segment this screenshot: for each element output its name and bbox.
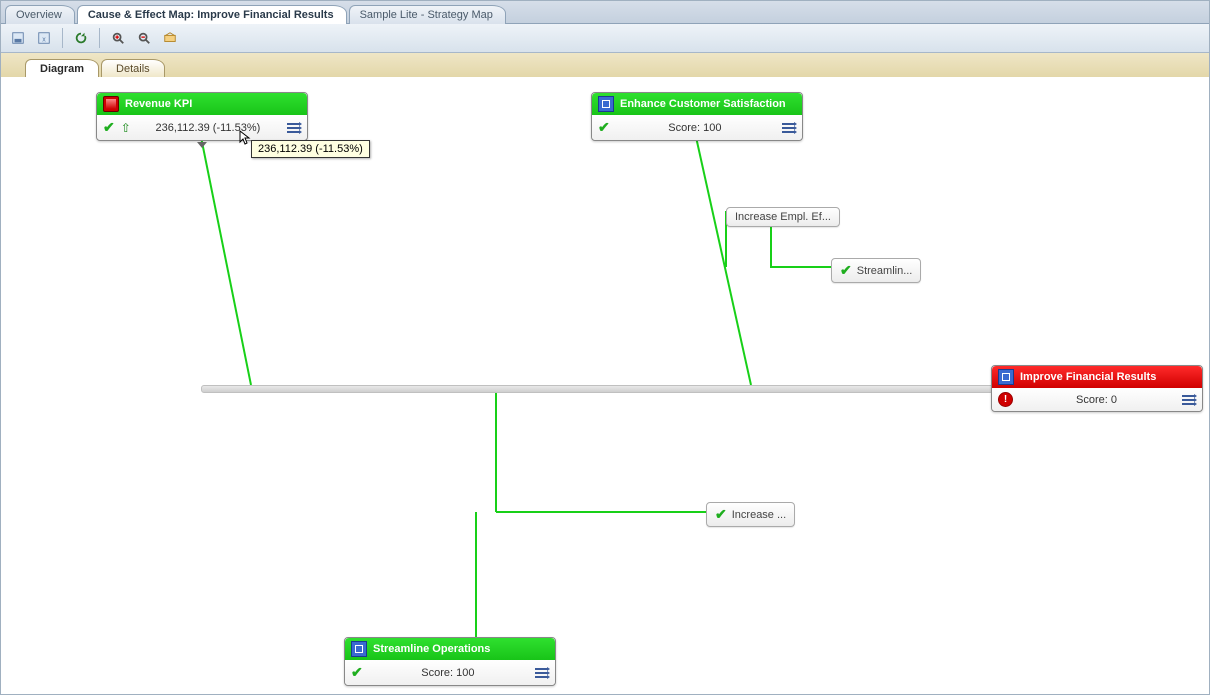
toolbar-fit-icon[interactable] xyxy=(159,27,181,49)
toolbar-save-icon[interactable] xyxy=(7,27,29,49)
mini-label: Streamlin... xyxy=(857,265,913,277)
diagram-canvas[interactable]: Revenue KPI ✔ ⇧ 236,112.39 (-11.53%) 236… xyxy=(1,77,1209,694)
node-increase-employee-efficiency[interactable]: Increase Empl. Ef... xyxy=(726,207,840,227)
toolbar-zoom-out-icon[interactable] xyxy=(133,27,155,49)
expand-chevron-icon[interactable] xyxy=(197,142,207,148)
check-icon: ✔ xyxy=(598,119,610,136)
check-icon: ✔ xyxy=(351,664,363,681)
trend-up-icon: ⇧ xyxy=(121,121,131,135)
node-revenue-kpi[interactable]: Revenue KPI ✔ ⇧ 236,112.39 (-11.53%) xyxy=(96,92,308,141)
node-title: Streamline Operations xyxy=(373,643,490,655)
tab-overview[interactable]: Overview xyxy=(5,5,75,24)
toolbar-separator xyxy=(99,28,100,48)
node-title: Enhance Customer Satisfaction xyxy=(620,98,786,110)
mini-label: Increase Empl. Ef... xyxy=(735,211,831,223)
node-value: 236,112.39 (-11.53%) xyxy=(137,122,279,134)
node-title: Improve Financial Results xyxy=(1020,371,1156,383)
toolbar-zoom-in-icon[interactable] xyxy=(107,27,129,49)
node-enhance-customer-satisfaction[interactable]: Enhance Customer Satisfaction ✔ Score: 1… xyxy=(591,92,803,141)
toolbar: x xyxy=(1,24,1209,53)
tab-sample-strategy-map[interactable]: Sample Lite - Strategy Map xyxy=(349,5,506,24)
node-title: Revenue KPI xyxy=(125,98,192,110)
top-tab-bar: Overview Cause & Effect Map: Improve Fin… xyxy=(1,1,1209,24)
check-icon: ✔ xyxy=(103,119,115,136)
subtab-details[interactable]: Details xyxy=(101,59,165,78)
objective-icon xyxy=(351,641,367,657)
node-score: Score: 100 xyxy=(616,122,774,134)
node-streamline-collapsed[interactable]: ✔ Streamlin... xyxy=(831,258,921,283)
value-tooltip: 236,112.39 (-11.53%) xyxy=(251,140,370,158)
toolbar-export-icon[interactable]: x xyxy=(33,27,55,49)
tab-cause-effect-map[interactable]: Cause & Effect Map: Improve Financial Re… xyxy=(77,5,347,24)
toolbar-refresh-icon[interactable] xyxy=(70,27,92,49)
error-icon: ! xyxy=(998,392,1013,407)
toolbar-separator xyxy=(62,28,63,48)
kpi-icon xyxy=(103,96,119,112)
node-score: Score: 100 xyxy=(369,667,527,679)
node-increase-collapsed[interactable]: ✔ Increase ... xyxy=(706,502,795,527)
node-improve-financial-results[interactable]: Improve Financial Results ! Score: 0 xyxy=(991,365,1203,412)
node-menu-icon[interactable] xyxy=(1180,393,1196,407)
node-menu-icon[interactable] xyxy=(285,121,301,135)
node-menu-icon[interactable] xyxy=(533,666,549,680)
objective-icon xyxy=(998,369,1014,385)
node-streamline-operations[interactable]: Streamline Operations ✔ Score: 100 xyxy=(344,637,556,686)
mini-label: Increase ... xyxy=(732,509,786,521)
node-menu-icon[interactable] xyxy=(780,121,796,135)
check-icon: ✔ xyxy=(715,506,727,523)
node-score: Score: 0 xyxy=(1019,394,1174,406)
svg-text:x: x xyxy=(42,37,46,44)
subtab-diagram[interactable]: Diagram xyxy=(25,59,99,78)
sub-tab-bar: Diagram Details xyxy=(1,53,1209,78)
check-icon: ✔ xyxy=(840,262,852,279)
objective-icon xyxy=(598,96,614,112)
